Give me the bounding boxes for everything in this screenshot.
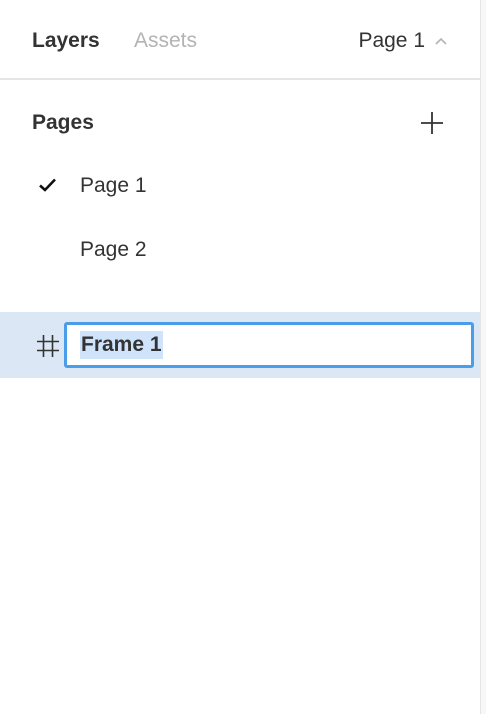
page-switcher-label: Page 1 bbox=[358, 29, 425, 52]
page-item-label: Page 1 bbox=[80, 174, 147, 197]
layer-row-frame-1[interactable]: Frame 1 bbox=[0, 312, 480, 378]
layers-panel: Layers Assets Page 1 Pages Page 1 Page 2… bbox=[0, 0, 480, 714]
frame-hash-icon bbox=[37, 335, 59, 357]
tab-layers[interactable]: Layers bbox=[32, 28, 100, 54]
page-item-label: Page 2 bbox=[80, 238, 147, 261]
panel-edge bbox=[480, 0, 486, 714]
pages-section-title: Pages bbox=[32, 111, 94, 134]
panel-header: Layers Assets Page 1 bbox=[0, 0, 480, 80]
layer-name-selected-text: Frame 1 bbox=[80, 331, 163, 359]
plus-icon[interactable] bbox=[418, 109, 446, 137]
checkmark-icon bbox=[39, 178, 56, 192]
tab-assets[interactable]: Assets bbox=[134, 28, 197, 54]
page-switcher[interactable]: Page 1 bbox=[358, 28, 448, 54]
layer-rename-input[interactable]: Frame 1 bbox=[64, 322, 474, 368]
page-item-page-1[interactable]: Page 1 bbox=[0, 158, 480, 214]
chevron-up-icon bbox=[435, 37, 447, 45]
page-item-page-2[interactable]: Page 2 bbox=[0, 222, 480, 278]
